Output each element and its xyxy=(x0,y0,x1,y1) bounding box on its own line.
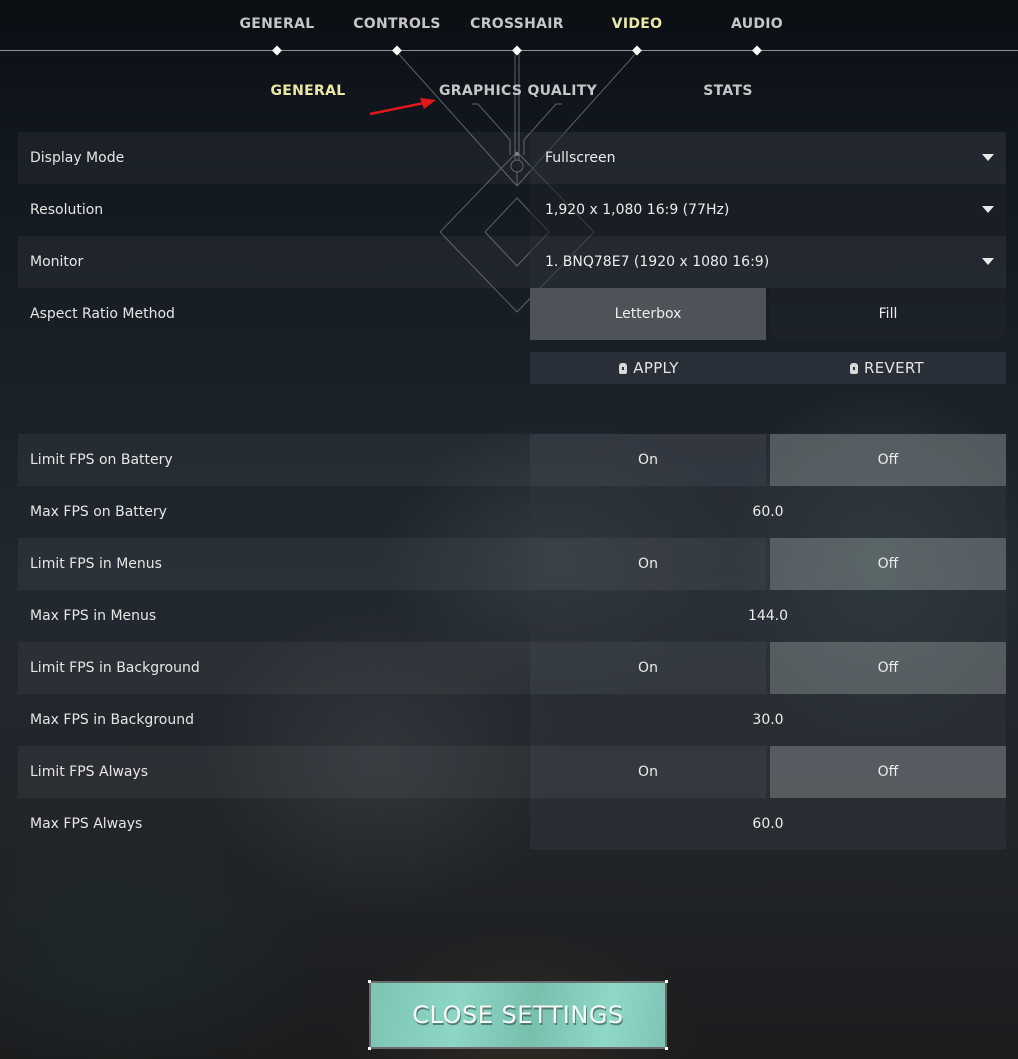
tab-audio[interactable]: AUDIO xyxy=(731,16,783,32)
annotation-arrow-icon xyxy=(369,98,436,116)
corner-marker-icon xyxy=(665,1047,668,1050)
off-option[interactable]: Off xyxy=(770,746,1006,798)
tab-marker-icon xyxy=(632,45,642,56)
max-fps-menus-row: Max FPS in Menus 144.0 xyxy=(18,590,1006,642)
max-fps-always-row: Max FPS Always 60.0 xyxy=(18,798,1006,850)
revert-button[interactable]: REVERT xyxy=(768,352,1006,384)
lock-icon xyxy=(619,363,628,374)
setting-label: Max FPS on Battery xyxy=(30,504,167,520)
max-fps-menus-value[interactable]: 144.0 xyxy=(530,590,1006,642)
resolution-label: Resolution xyxy=(30,202,104,218)
chevron-down-icon xyxy=(982,258,994,265)
tab-marker-icon xyxy=(752,45,762,56)
max-fps-battery-value[interactable]: 60.0 xyxy=(530,486,1006,538)
tab-controls[interactable]: CONTROLS xyxy=(353,16,441,32)
setting-label: Max FPS Always xyxy=(30,816,143,832)
limit-fps-menus-toggle: On Off xyxy=(530,538,1006,590)
resolution-row: Resolution 1,920 x 1,080 16:9 (77Hz) xyxy=(18,184,1006,236)
tab-marker-icon xyxy=(392,45,402,56)
corner-marker-icon xyxy=(368,980,371,983)
chevron-down-icon xyxy=(982,154,994,161)
max-fps-battery-row: Max FPS on Battery 60.0 xyxy=(18,486,1006,538)
aspect-ratio-label: Aspect Ratio Method xyxy=(30,306,175,322)
setting-label: Limit FPS on Battery xyxy=(30,452,173,468)
off-option[interactable]: Off xyxy=(770,538,1006,590)
top-nav: GENERAL CONTROLS CROSSHAIR VIDEO AUDIO xyxy=(0,0,1018,56)
subtab-graphics-quality[interactable]: GRAPHICS QUALITY xyxy=(439,83,597,99)
monitor-dropdown[interactable]: 1. BNQ78E7 (1920 x 1080 16:9) xyxy=(530,236,1006,288)
tab-general[interactable]: GENERAL xyxy=(240,16,315,32)
display-mode-label: Display Mode xyxy=(30,150,125,166)
limit-fps-battery-row: Limit FPS on Battery On Off xyxy=(18,434,1006,486)
chevron-down-icon xyxy=(982,206,994,213)
limit-fps-menus-row: Limit FPS in Menus On Off xyxy=(18,538,1006,590)
off-option[interactable]: Off xyxy=(770,434,1006,486)
on-option[interactable]: On xyxy=(530,746,766,798)
nav-divider xyxy=(0,50,1018,51)
limit-fps-background-row: Limit FPS in Background On Off xyxy=(18,642,1006,694)
monitor-label: Monitor xyxy=(30,254,84,270)
setting-label: Limit FPS in Background xyxy=(30,660,200,676)
lock-icon xyxy=(850,363,859,374)
corner-marker-icon xyxy=(368,1047,371,1050)
setting-label: Max FPS in Menus xyxy=(30,608,157,624)
display-mode-value: Fullscreen xyxy=(545,150,616,166)
off-option[interactable]: Off xyxy=(770,642,1006,694)
on-option[interactable]: On xyxy=(530,642,766,694)
close-settings-button[interactable]: CLOSE SETTINGS xyxy=(368,980,668,1050)
on-option[interactable]: On xyxy=(530,538,766,590)
monitor-row: Monitor 1. BNQ78E7 (1920 x 1080 16:9) xyxy=(18,236,1006,288)
subtab-stats[interactable]: STATS xyxy=(703,83,752,99)
apply-label: APPLY xyxy=(633,359,679,377)
on-option[interactable]: On xyxy=(530,434,766,486)
fill-option[interactable]: Fill xyxy=(770,288,1006,340)
max-fps-background-value[interactable]: 30.0 xyxy=(530,694,1006,746)
resolution-value: 1,920 x 1,080 16:9 (77Hz) xyxy=(545,202,730,218)
tab-marker-icon xyxy=(272,45,282,56)
aspect-ratio-toggle: Letterbox Fill xyxy=(530,288,1006,340)
tab-video[interactable]: VIDEO xyxy=(612,16,663,32)
max-fps-always-value[interactable]: 60.0 xyxy=(530,798,1006,850)
limit-fps-always-row: Limit FPS Always On Off xyxy=(18,746,1006,798)
max-fps-background-row: Max FPS in Background 30.0 xyxy=(18,694,1006,746)
resolution-dropdown[interactable]: 1,920 x 1,080 16:9 (77Hz) xyxy=(530,184,1006,236)
tab-marker-icon xyxy=(512,45,522,56)
setting-label: Limit FPS in Menus xyxy=(30,556,162,572)
limit-fps-battery-toggle: On Off xyxy=(530,434,1006,486)
setting-label: Max FPS in Background xyxy=(30,712,194,728)
apply-revert-bar: APPLY REVERT xyxy=(530,352,1006,384)
limit-fps-always-toggle: On Off xyxy=(530,746,1006,798)
revert-label: REVERT xyxy=(864,359,924,377)
close-settings-label: CLOSE SETTINGS xyxy=(412,1001,624,1029)
tab-crosshair[interactable]: CROSSHAIR xyxy=(470,16,564,32)
apply-button[interactable]: APPLY xyxy=(530,352,768,384)
setting-label: Limit FPS Always xyxy=(30,764,149,780)
corner-marker-icon xyxy=(665,980,668,983)
subtab-general[interactable]: GENERAL xyxy=(271,83,346,99)
limit-fps-background-toggle: On Off xyxy=(530,642,1006,694)
display-mode-row: Display Mode Fullscreen xyxy=(18,132,1006,184)
monitor-value: 1. BNQ78E7 (1920 x 1080 16:9) xyxy=(545,254,770,270)
letterbox-option[interactable]: Letterbox xyxy=(530,288,766,340)
display-mode-dropdown[interactable]: Fullscreen xyxy=(530,132,1006,184)
aspect-ratio-row: Aspect Ratio Method Letterbox Fill xyxy=(18,288,1006,340)
